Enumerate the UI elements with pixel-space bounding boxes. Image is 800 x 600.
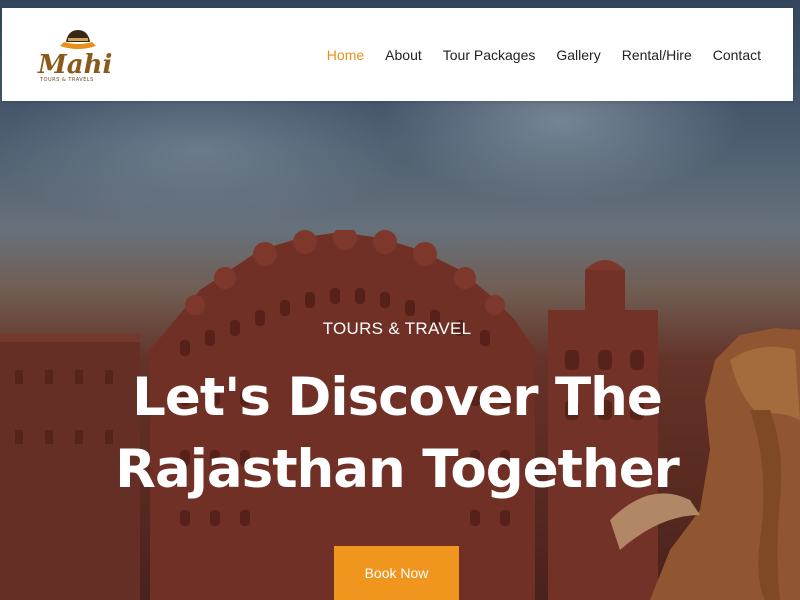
nav-link-about[interactable]: About bbox=[385, 46, 422, 64]
hero-headline-line-1: Let's Discover The bbox=[132, 367, 663, 428]
logo-wordmark: Mahi bbox=[38, 50, 113, 80]
hero-headline: Let's Discover The Rajasthan Together bbox=[0, 362, 794, 506]
brand-logo[interactable]: Mahi TOURS & TRAVELS bbox=[36, 26, 112, 86]
nav-link-gallery[interactable]: Gallery bbox=[556, 46, 600, 64]
hero-headline-line-2: Rajasthan Together bbox=[115, 439, 680, 500]
logo-tagline: TOURS & TRAVELS bbox=[40, 77, 94, 83]
page: Mahi TOURS & TRAVELS Home About Tour Pac… bbox=[0, 0, 800, 600]
hero-eyebrow: TOURS & TRAVEL bbox=[322, 319, 472, 338]
main-nav: Home About Tour Packages Gallery Rental/… bbox=[327, 46, 761, 64]
nav-link-rental-hire[interactable]: Rental/Hire bbox=[622, 46, 692, 64]
book-now-button[interactable]: Book Now bbox=[334, 546, 459, 600]
hat-icon bbox=[60, 30, 96, 49]
nav-link-home[interactable]: Home bbox=[327, 46, 364, 64]
nav-link-tour-packages[interactable]: Tour Packages bbox=[443, 46, 536, 64]
nav-link-contact[interactable]: Contact bbox=[713, 46, 761, 64]
site-header: Mahi TOURS & TRAVELS Home About Tour Pac… bbox=[2, 8, 793, 101]
